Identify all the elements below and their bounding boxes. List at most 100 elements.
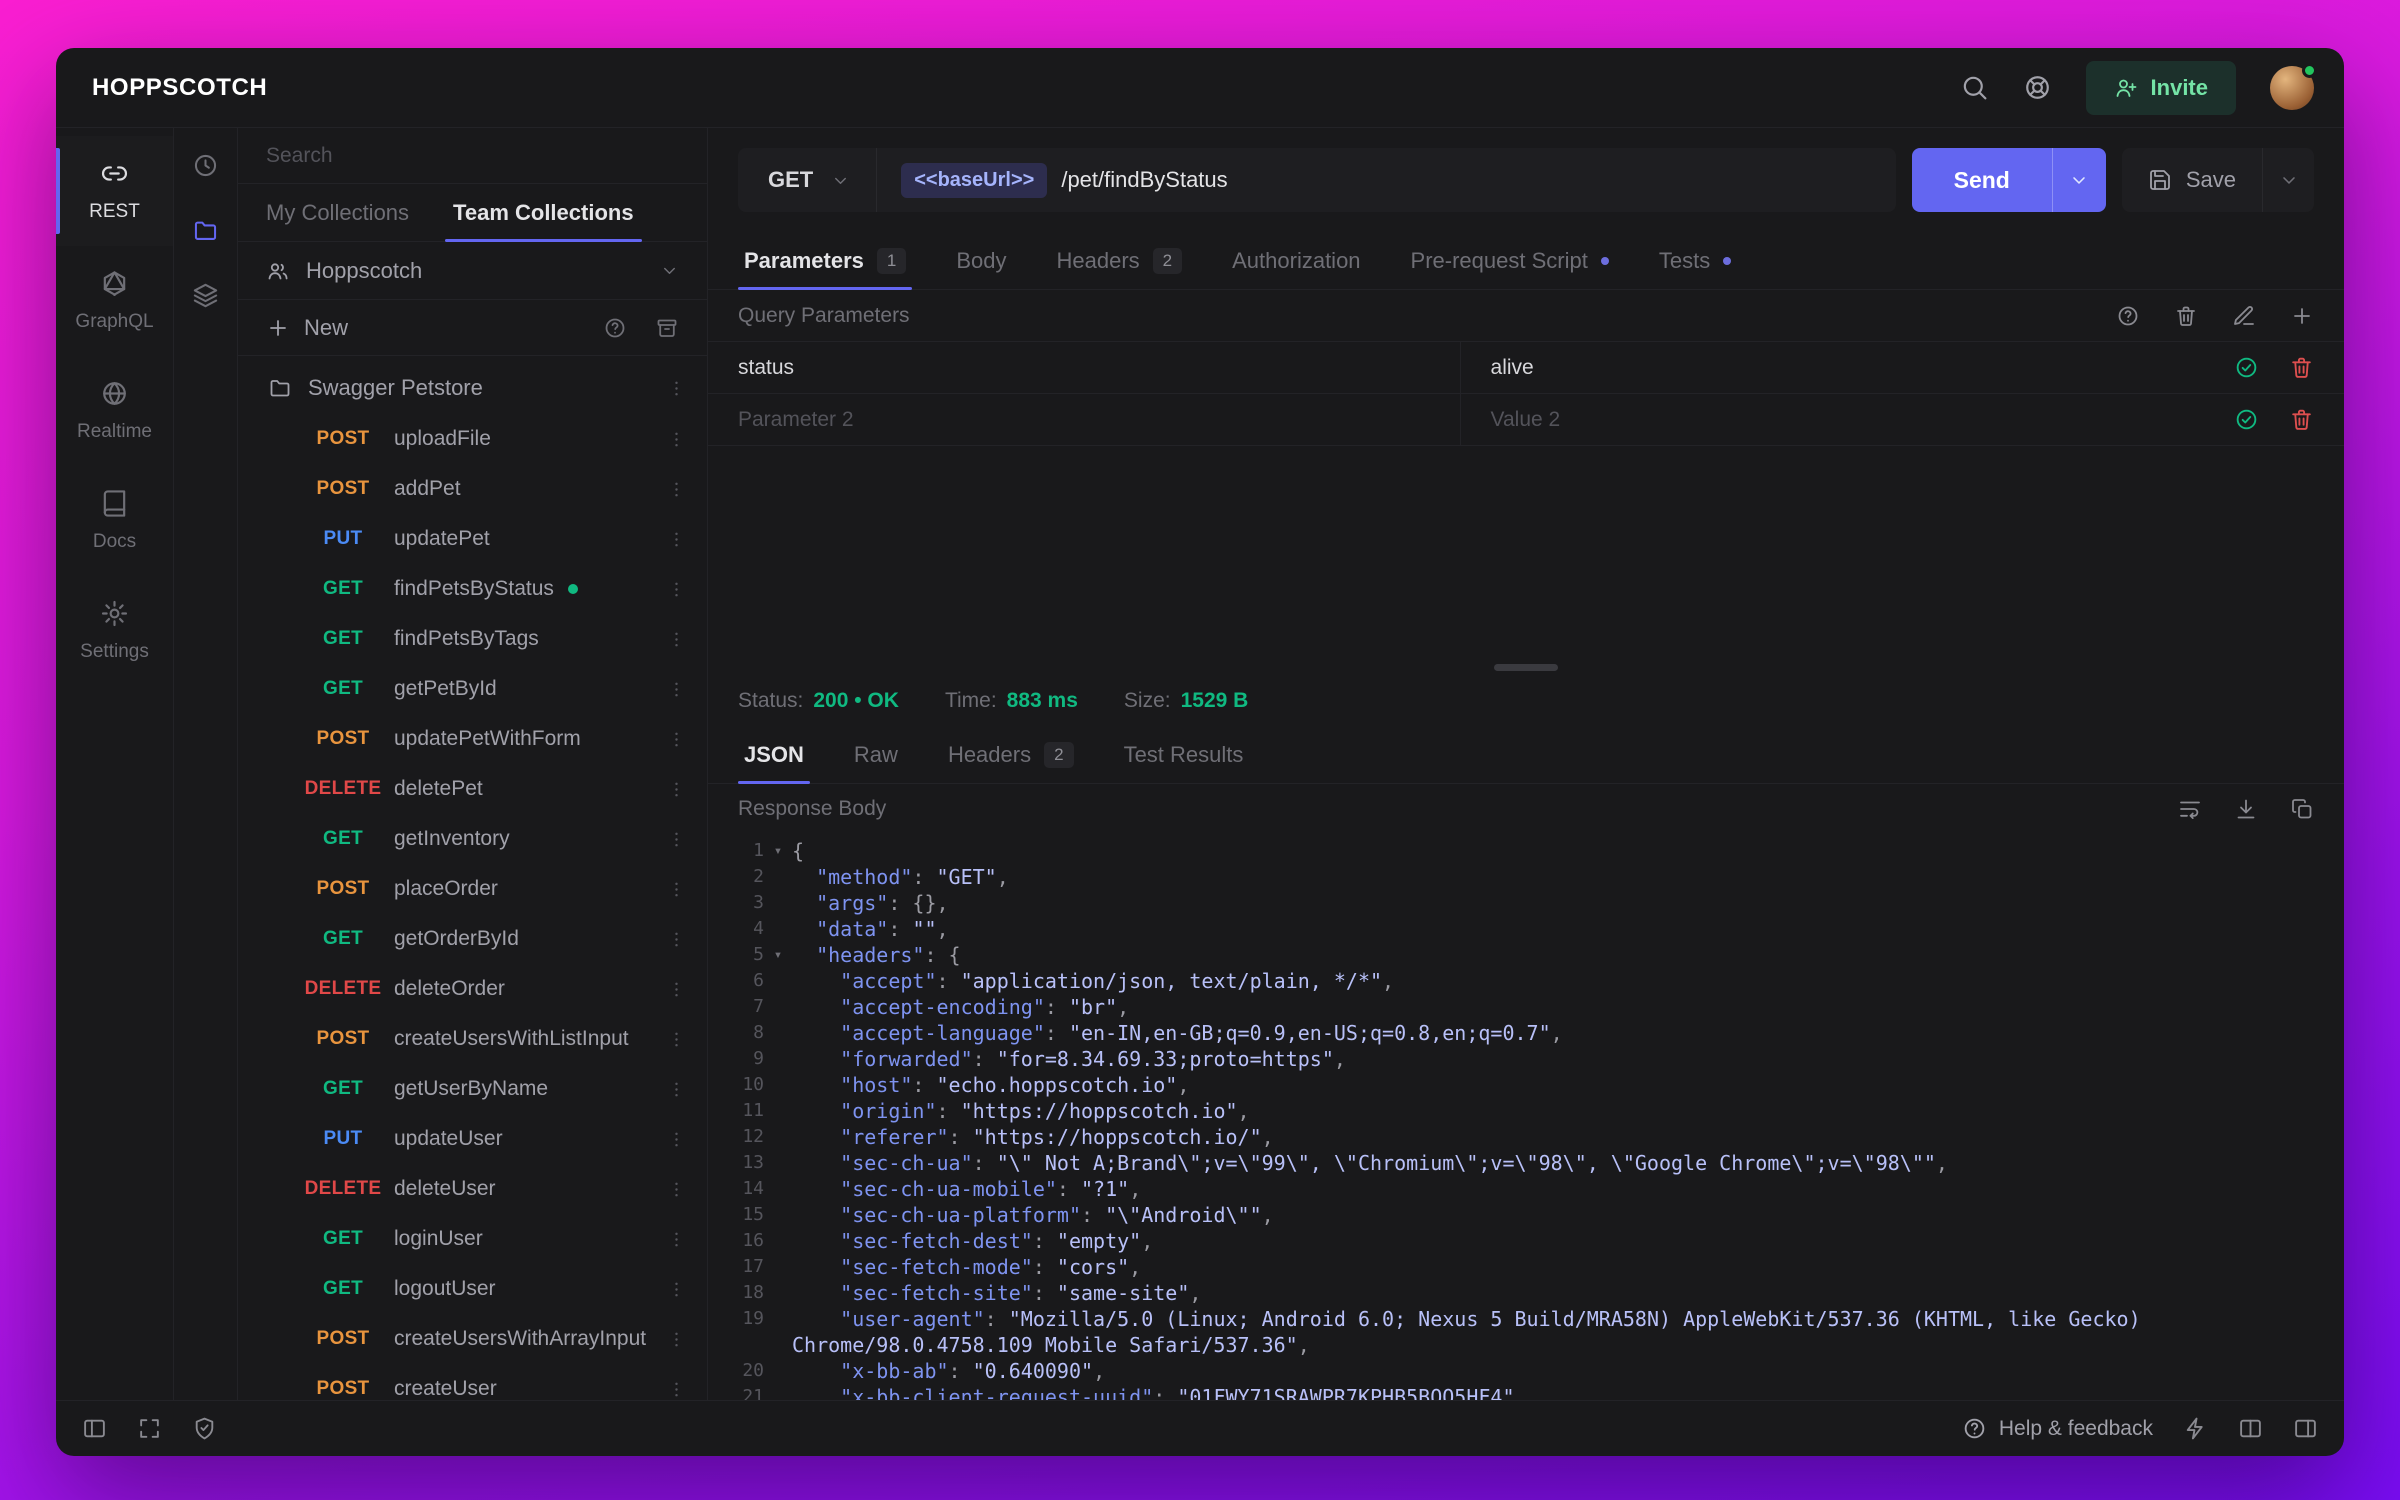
tab-tests[interactable]: Tests (1637, 232, 1753, 289)
request-item[interactable]: DELETE deleteUser (238, 1164, 707, 1214)
delete-parameter-icon[interactable] (2289, 407, 2314, 432)
collections-tab-my-collections[interactable]: My Collections (244, 184, 431, 241)
kebab-menu-icon[interactable] (666, 679, 687, 700)
tab-pre-request-script[interactable]: Pre-request Script (1389, 232, 1631, 289)
search-icon[interactable] (1960, 73, 1989, 102)
sidebar-item-rest[interactable]: REST (56, 136, 173, 246)
send-button[interactable]: Send (1912, 148, 2052, 212)
request-item[interactable]: POST createUsersWithArrayInput (238, 1314, 707, 1364)
kebab-menu-icon[interactable] (666, 1229, 687, 1250)
rail-item-history[interactable] (192, 152, 219, 179)
kebab-menu-icon[interactable] (666, 378, 687, 399)
parameter-value-input[interactable]: Value 2 (1461, 394, 2234, 445)
delete-parameter-icon[interactable] (2289, 355, 2314, 380)
pane-resize-handle[interactable] (1494, 663, 1558, 671)
request-item[interactable]: GET findPetsByStatus (238, 564, 707, 614)
response-tab-json[interactable]: JSON (722, 726, 826, 784)
kebab-menu-icon[interactable] (666, 429, 687, 450)
clear-all-icon[interactable] (2174, 304, 2198, 328)
tab-headers[interactable]: Headers 2 (1035, 232, 1205, 289)
kebab-menu-icon[interactable] (666, 1329, 687, 1350)
invite-button[interactable]: Invite (2085, 60, 2236, 115)
toggle-sidebar-icon[interactable] (82, 1416, 107, 1441)
sidebar-item-docs[interactable]: Docs (56, 466, 173, 576)
kebab-menu-icon[interactable] (666, 929, 687, 950)
request-item[interactable]: PUT updatePet (238, 514, 707, 564)
kebab-menu-icon[interactable] (666, 1029, 687, 1050)
bulk-edit-icon[interactable] (2232, 304, 2256, 328)
response-body-code[interactable]: 1 ▾{2 "method": "GET", 3 "args": {}, 4 "dat… (708, 834, 2344, 1400)
parameter-value-input[interactable]: alive (1461, 342, 2234, 393)
kebab-menu-icon[interactable] (666, 779, 687, 800)
help-icon[interactable] (2116, 304, 2140, 328)
add-parameter-icon[interactable] (2290, 304, 2314, 328)
fold-arrow-icon[interactable]: ▾ (764, 838, 792, 864)
tab-authorization[interactable]: Authorization (1210, 232, 1382, 289)
wrap-lines-icon[interactable] (2178, 797, 2202, 821)
help-feedback-button[interactable]: Help & feedback (1962, 1416, 2153, 1441)
url-input[interactable]: <<baseUrl>> /pet/findByStatus (877, 162, 1895, 198)
new-collection-button[interactable]: New (266, 315, 348, 341)
collection-folder[interactable]: Swagger Petstore (238, 362, 707, 414)
request-item[interactable]: GET logoutUser (238, 1264, 707, 1314)
support-icon[interactable] (2023, 73, 2052, 102)
tab-body[interactable]: Body (934, 232, 1028, 289)
sidebar-item-graphql[interactable]: GraphQL (56, 246, 173, 356)
fold-arrow-icon[interactable]: ▾ (764, 942, 792, 968)
kebab-menu-icon[interactable] (666, 1379, 687, 1400)
response-tab-headers[interactable]: Headers 2 (926, 726, 1096, 783)
kebab-menu-icon[interactable] (666, 879, 687, 900)
method-select[interactable]: GET (738, 148, 878, 212)
request-item[interactable]: GET getPetById (238, 664, 707, 714)
parameter-key-input[interactable]: Parameter 2 (708, 394, 1461, 445)
toggle-right-panel-icon[interactable] (2293, 1416, 2318, 1441)
request-item[interactable]: DELETE deleteOrder (238, 964, 707, 1014)
kebab-menu-icon[interactable] (666, 1279, 687, 1300)
avatar[interactable] (2270, 62, 2317, 110)
shield-check-icon[interactable] (192, 1416, 217, 1441)
parameter-key-input[interactable]: status (708, 342, 1461, 393)
request-item[interactable]: GET getUserByName (238, 1064, 707, 1114)
collections-tab-team-collections[interactable]: Team Collections (431, 184, 656, 242)
kebab-menu-icon[interactable] (666, 1179, 687, 1200)
request-item[interactable]: POST createUser (238, 1364, 707, 1400)
request-item[interactable]: POST addPet (238, 464, 707, 514)
response-tab-test-results[interactable]: Test Results (1102, 726, 1266, 783)
team-selector[interactable]: Hoppscotch (238, 242, 707, 300)
request-item[interactable]: DELETE deletePet (238, 764, 707, 814)
kebab-menu-icon[interactable] (666, 629, 687, 650)
kebab-menu-icon[interactable] (666, 729, 687, 750)
request-item[interactable]: POST uploadFile (238, 414, 707, 464)
rail-item-environments[interactable] (192, 282, 219, 309)
request-item[interactable]: POST createUsersWithListInput (238, 1014, 707, 1064)
copy-icon[interactable] (2290, 797, 2314, 821)
shortcuts-icon[interactable] (2183, 1416, 2208, 1441)
rail-item-collections[interactable] (192, 217, 219, 244)
sidebar-item-realtime[interactable]: Realtime (56, 356, 173, 466)
sidebar-item-settings[interactable]: Settings (56, 576, 173, 686)
download-icon[interactable] (2234, 797, 2258, 821)
request-item[interactable]: GET loginUser (238, 1214, 707, 1264)
kebab-menu-icon[interactable] (666, 1129, 687, 1150)
kebab-menu-icon[interactable] (666, 529, 687, 550)
archive-icon[interactable] (655, 316, 679, 340)
help-icon[interactable] (603, 316, 627, 340)
request-item[interactable]: GET findPetsByTags (238, 614, 707, 664)
save-button[interactable]: Save (2122, 148, 2262, 212)
send-options-button[interactable] (2051, 148, 2106, 212)
toggle-active-icon[interactable] (2234, 407, 2259, 432)
kebab-menu-icon[interactable] (666, 1079, 687, 1100)
save-options-button[interactable] (2262, 148, 2314, 212)
request-item[interactable]: POST updatePetWithForm (238, 714, 707, 764)
column-layout-icon[interactable] (2238, 1416, 2263, 1441)
kebab-menu-icon[interactable] (666, 479, 687, 500)
kebab-menu-icon[interactable] (666, 579, 687, 600)
request-item[interactable]: PUT updateUser (238, 1114, 707, 1164)
tab-parameters[interactable]: Parameters 1 (722, 232, 928, 290)
request-item[interactable]: GET getInventory (238, 814, 707, 864)
response-tab-raw[interactable]: Raw (832, 726, 920, 783)
kebab-menu-icon[interactable] (666, 979, 687, 1000)
kebab-menu-icon[interactable] (666, 829, 687, 850)
expand-icon[interactable] (137, 1416, 162, 1441)
request-item[interactable]: GET getOrderById (238, 914, 707, 964)
